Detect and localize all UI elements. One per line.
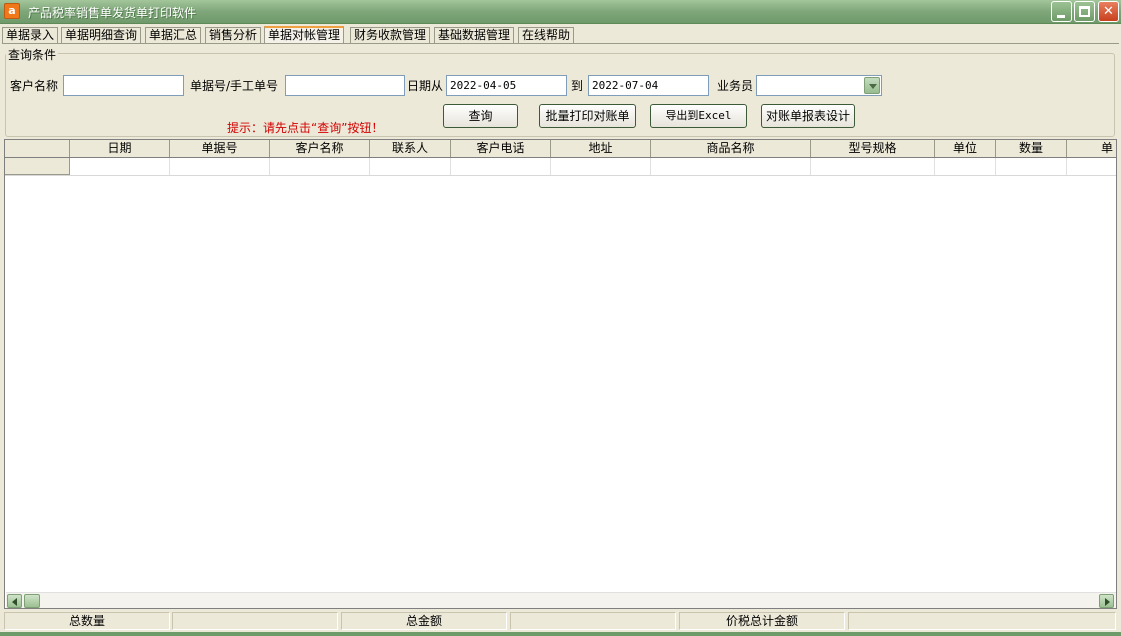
column-header-spec[interactable]: 型号规格	[811, 140, 935, 157]
minimize-icon	[1057, 15, 1065, 18]
status-bar: 总数量 总金额 价税总计金额	[0, 611, 1121, 632]
query-button[interactable]: 查询	[443, 104, 518, 128]
document-number-label: 单据号/手工单号	[190, 79, 279, 93]
tax-total-label: 价税总计金额	[679, 612, 845, 630]
column-header-unit-price[interactable]: 单	[1067, 140, 1116, 157]
column-header-unit[interactable]: 单位	[935, 140, 996, 157]
table-cell[interactable]	[451, 158, 551, 175]
date-from-label: 日期从	[407, 79, 444, 93]
document-number-input[interactable]	[285, 75, 405, 96]
tab-document-summary[interactable]: 单据汇总	[145, 27, 202, 43]
column-header-contact[interactable]: 联系人	[370, 140, 451, 157]
window-bottom-border	[0, 632, 1121, 636]
batch-print-button[interactable]: 批量打印对账单	[539, 104, 636, 128]
scroll-left-arrow-icon[interactable]	[7, 594, 22, 608]
query-conditions-title: 查询条件	[6, 46, 59, 63]
table-cell[interactable]	[935, 158, 996, 175]
customer-name-label: 客户名称	[10, 79, 59, 93]
total-amount-label: 总金额	[341, 612, 507, 630]
total-quantity-value	[172, 612, 338, 630]
total-quantity-label: 总数量	[4, 612, 170, 630]
customer-name-input[interactable]	[63, 75, 184, 96]
tab-divider	[2, 43, 1119, 44]
column-header-product[interactable]: 商品名称	[651, 140, 811, 157]
table-cell[interactable]	[996, 158, 1067, 175]
close-button[interactable]: ✕	[1098, 1, 1119, 22]
app-icon: a	[4, 3, 20, 19]
table-cell[interactable]	[170, 158, 270, 175]
tab-basic-data[interactable]: 基础数据管理	[434, 27, 515, 43]
scroll-right-arrow-icon[interactable]	[1099, 594, 1114, 608]
table-cell[interactable]	[270, 158, 370, 175]
maximize-icon	[1079, 6, 1090, 17]
table-cell[interactable]	[70, 158, 170, 175]
date-to-input[interactable]: 2022-07-04	[588, 75, 709, 96]
column-header-customer[interactable]: 客户名称	[270, 140, 370, 157]
maximize-button[interactable]	[1074, 1, 1095, 22]
tab-document-entry[interactable]: 单据录入	[2, 27, 59, 43]
column-header-quantity[interactable]: 数量	[996, 140, 1067, 157]
table-row[interactable]	[5, 158, 1116, 176]
salesman-label: 业务员	[717, 79, 754, 93]
total-amount-value	[510, 612, 676, 630]
tab-sales-analysis[interactable]: 销售分析	[205, 27, 262, 43]
date-from-input[interactable]: 2022-04-05	[446, 75, 567, 96]
tab-reconciliation[interactable]: 单据对帐管理	[264, 26, 345, 44]
column-header-date[interactable]: 日期	[70, 140, 170, 157]
tab-document-detail-query[interactable]: 单据明细查询	[61, 27, 142, 43]
table-cell[interactable]	[370, 158, 451, 175]
report-design-button[interactable]: 对账单报表设计	[761, 104, 855, 128]
table-cell[interactable]	[551, 158, 651, 175]
title-bar: a 产品税率销售单发货单打印软件 ✕	[0, 0, 1121, 24]
column-header-doc-number[interactable]: 单据号	[170, 140, 270, 157]
scroll-thumb[interactable]	[24, 594, 40, 608]
salesman-select[interactable]	[756, 75, 882, 96]
row-selector[interactable]	[5, 158, 70, 175]
export-excel-button[interactable]: 导出到Excel	[650, 104, 747, 128]
table-cell[interactable]	[651, 158, 811, 175]
tab-online-help[interactable]: 在线帮助	[518, 27, 575, 43]
date-to-label: 到	[571, 79, 584, 93]
table-cell[interactable]	[811, 158, 935, 175]
column-header-phone[interactable]: 客户电话	[451, 140, 551, 157]
window-title: 产品税率销售单发货单打印软件	[28, 6, 197, 20]
hint-text: 提示：请先点击“查询”按钮！	[227, 121, 384, 135]
data-grid[interactable]: 日期 单据号 客户名称 联系人 客户电话 地址 商品名称 型号规格 单位 数量 …	[4, 139, 1117, 609]
grid-header: 日期 单据号 客户名称 联系人 客户电话 地址 商品名称 型号规格 单位 数量 …	[5, 140, 1116, 158]
horizontal-scrollbar[interactable]	[6, 592, 1116, 608]
chevron-down-icon[interactable]	[864, 77, 880, 94]
tax-total-value	[848, 612, 1116, 630]
grid-corner	[5, 140, 70, 157]
column-header-address[interactable]: 地址	[551, 140, 651, 157]
minimize-button[interactable]	[1051, 1, 1072, 22]
tab-finance-receipts[interactable]: 财务收款管理	[350, 27, 431, 43]
